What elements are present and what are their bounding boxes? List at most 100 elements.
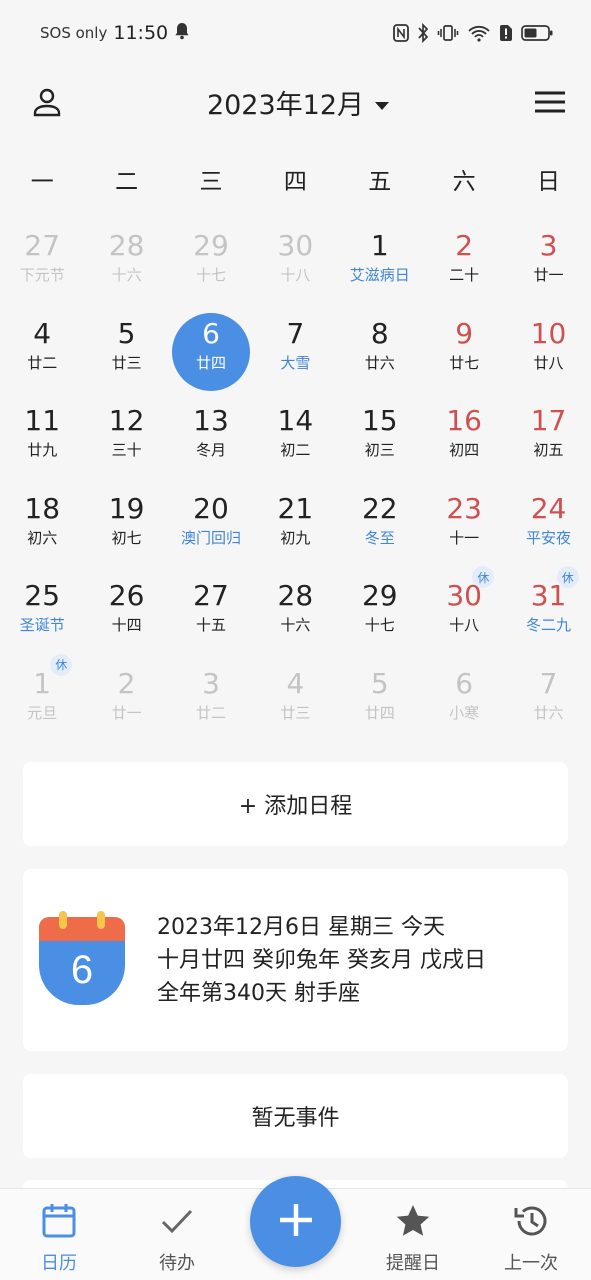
weekday-mon: 一: [30, 169, 54, 195]
empty-events-card: 暂无事件: [23, 1074, 568, 1158]
day-cell[interactable]: 7 廿六: [506, 660, 590, 748]
day-number: 13: [193, 404, 229, 438]
day-cell[interactable]: 11 廿九: [0, 397, 84, 485]
day-cell[interactable]: 10 廿八: [506, 310, 590, 398]
day-cell[interactable]: 27 下元节: [0, 222, 84, 310]
day-cell[interactable]: 4 廿二: [0, 310, 84, 398]
calendar-icon: [41, 1203, 77, 1243]
clock: 11:50: [113, 22, 169, 44]
day-number: 12: [108, 404, 145, 438]
day-cell[interactable]: 3 廿一: [506, 222, 590, 310]
day-number: 4: [33, 316, 52, 350]
day-cell[interactable]: 14 初二: [253, 397, 337, 485]
day-cell[interactable]: 5 廿四: [338, 660, 422, 748]
day-cell[interactable]: 29 十七: [169, 222, 253, 310]
day-cell[interactable]: 9 廿七: [422, 310, 506, 398]
day-number: 2: [455, 229, 474, 262]
nav-todo[interactable]: 待办: [127, 1203, 227, 1275]
month-selector[interactable]: 2023年12月: [207, 83, 390, 122]
day-number: 21: [277, 491, 314, 525]
nav-reminder[interactable]: 提醒日: [363, 1203, 463, 1275]
nav-calendar-label: 日历: [41, 1253, 77, 1274]
day-cell[interactable]: 8 廿六: [338, 310, 422, 398]
day-lunar-label: 冬月: [195, 441, 226, 460]
day-cell[interactable]: 18 初六: [0, 485, 84, 573]
day-cell[interactable]: 28 十六: [84, 222, 168, 310]
add-fab-button[interactable]: [250, 1176, 341, 1267]
day-cell[interactable]: 30 十八休: [422, 566, 506, 660]
day-lunar-label: 十一: [449, 528, 480, 547]
day-cell[interactable]: 7 大雪: [253, 310, 337, 398]
day-number: 19: [108, 491, 145, 525]
day-number: 8: [370, 316, 389, 350]
day-lunar-label: 初二: [280, 441, 311, 460]
day-lunar-label: 廿一: [111, 703, 142, 722]
day-lunar-label: 廿八: [533, 353, 564, 372]
day-cell[interactable]: 1 艾滋病日: [338, 222, 422, 310]
day-cell[interactable]: 26 十四: [84, 572, 168, 660]
day-cell[interactable]: 17 初五: [506, 397, 590, 485]
day-cell[interactable]: 28 十六: [253, 572, 337, 660]
profile-icon[interactable]: [30, 85, 64, 119]
day-cell[interactable]: 27 十五: [169, 572, 253, 660]
day-cell[interactable]: 25 圣诞节: [0, 572, 84, 660]
month-title-text: 2023年12月: [206, 89, 365, 121]
day-cell[interactable]: 12 三十: [84, 397, 168, 485]
menu-icon[interactable]: [533, 85, 567, 119]
day-number: 23: [446, 491, 482, 525]
day-cell[interactable]: 4 廿三: [253, 660, 337, 748]
holiday-badge: 休: [556, 566, 579, 589]
day-cell[interactable]: 16 初四: [422, 397, 506, 485]
day-number: 27: [24, 229, 61, 262]
day-cell[interactable]: 1 元旦 休: [0, 653, 84, 748]
day-lunar-label: 元旦: [27, 703, 58, 722]
history-icon: [513, 1203, 549, 1243]
day-number: 3: [202, 666, 220, 700]
day-lunar-label: 十七: [195, 266, 226, 284]
day-cell[interactable]: 3 廿二: [169, 660, 253, 748]
day-lunar-label: 廿四: [195, 353, 226, 372]
weekday-row: 一 二 三 四 五 六 日: [0, 160, 591, 204]
nav-calendar[interactable]: 日历: [9, 1203, 109, 1275]
day-lunar-label: 二十: [449, 266, 480, 284]
day-cell[interactable]: 31 冬二九休: [506, 566, 590, 660]
day-cell-selected[interactable]: 6 廿四: [169, 310, 253, 398]
day-cell[interactable]: 30 十八: [253, 222, 337, 310]
day-lunar-label: 十四: [111, 616, 142, 635]
today-info-lines: 2023年12月6日 星期三 今天 十月廿四 癸卯兔年 癸亥月 戊戌日 全年第3…: [157, 911, 486, 1010]
day-lunar-label: 下元节: [19, 266, 65, 284]
day-cell[interactable]: 24 平安夜: [506, 485, 590, 573]
day-lunar-label: 初四: [449, 441, 480, 460]
day-cell[interactable]: 22 冬至: [338, 485, 422, 573]
day-cell[interactable]: 29 十七: [338, 572, 422, 660]
day-number: 26: [108, 579, 145, 613]
weekday-tue: 二: [115, 169, 139, 195]
day-cell[interactable]: 2 二十: [422, 222, 506, 310]
status-left: SOS only 11:50: [40, 22, 190, 44]
day-lunar-label: 冬二九: [526, 616, 572, 635]
day-cell[interactable]: 5 廿三: [84, 310, 168, 398]
day-lunar-label: 大雪: [280, 353, 311, 372]
nav-history[interactable]: 上一次: [481, 1203, 581, 1275]
day-lunar-label: 廿九: [27, 441, 58, 460]
day-cell[interactable]: 15 初三: [338, 397, 422, 485]
add-schedule-button[interactable]: + 添加日程: [23, 762, 568, 846]
day-cell[interactable]: 13 冬月: [169, 397, 253, 485]
day-cell[interactable]: 21 初九: [253, 485, 337, 573]
day-cell[interactable]: 19 初七: [84, 485, 168, 573]
day-cell[interactable]: 2 廿一: [84, 660, 168, 748]
today-date-line: 2023年12月6日 星期三 今天: [157, 914, 445, 940]
weekday-fri: 五: [368, 169, 392, 195]
day-cell[interactable]: 20 澳门回归: [169, 485, 253, 573]
caret-down-icon: [374, 87, 390, 118]
day-lunar-label: 十七: [364, 616, 395, 635]
day-number: 2: [117, 666, 136, 700]
day-number: 30: [277, 229, 314, 262]
calendar-day-icon: 6: [39, 911, 125, 1009]
nav-history-label: 上一次: [504, 1253, 558, 1274]
day-cell[interactable]: 23 十一: [422, 485, 506, 573]
weekday-sun: 日: [537, 169, 561, 195]
day-lunar-label: 艾滋病日: [349, 266, 410, 284]
battery-icon: [521, 24, 553, 42]
day-cell[interactable]: 6 小寒: [422, 660, 506, 748]
